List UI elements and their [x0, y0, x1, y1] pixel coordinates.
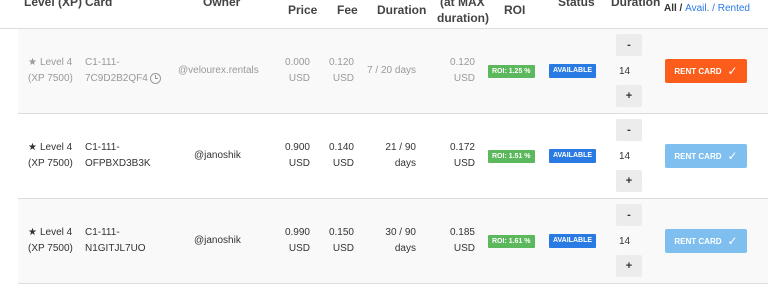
fee-unit: USD — [332, 158, 354, 169]
col-price-header: Price — [288, 3, 318, 17]
fee-unit: USD — [332, 243, 354, 254]
price-value: 0.000 — [284, 57, 310, 68]
col-owner-header: Owner — [203, 0, 241, 9]
card-id-line2: 7C9D2B2QF4 — [85, 73, 148, 84]
filter-all[interactable]: All — [664, 3, 677, 14]
duration-increment-button[interactable]: + — [616, 255, 642, 277]
duration-unit: days — [394, 158, 416, 169]
level-cell: ★ Level 4 — [28, 57, 73, 68]
check-icon: ✓ — [727, 149, 738, 163]
card-id-line2: OFPBXD3B3K — [85, 158, 151, 169]
duration-value: 21 / 90 — [385, 142, 416, 153]
rent-duration-input[interactable]: 14 — [619, 151, 630, 162]
total-value: 0.185 — [449, 227, 475, 238]
col-roi-header: ROI — [504, 3, 526, 17]
price-value: 0.990 — [284, 227, 310, 238]
total-value: 0.120 — [449, 57, 475, 68]
owner-name[interactable]: @janoshik — [194, 148, 241, 164]
filter-links: All / Avail. / Rented — [664, 3, 750, 14]
price-unit: USD — [288, 243, 310, 254]
col-rent-duration-header: Duration — [611, 0, 661, 9]
rent-card-button[interactable]: RENT CARD ✓ — [665, 229, 747, 253]
status-badge: AVAILABLE — [549, 64, 597, 78]
fee-value: 0.140 — [328, 142, 354, 153]
star-icon: ★ — [28, 142, 37, 153]
status-badge: AVAILABLE — [549, 149, 597, 163]
roi-badge: ROI: 1.51 % — [488, 150, 535, 163]
star-icon: ★ — [28, 227, 37, 238]
rent-duration-input[interactable]: 14 — [619, 66, 630, 77]
rent-card-label: RENT CARD — [674, 236, 722, 246]
filter-rented[interactable]: Rented — [718, 3, 750, 14]
filter-available[interactable]: Avail. — [685, 3, 709, 14]
roi-badge: ROI: 1.25 % — [488, 65, 535, 78]
xp-label: (XP 7500) — [28, 158, 73, 169]
check-icon: ✓ — [727, 64, 738, 78]
total-unit: USD — [453, 158, 475, 169]
level-cell: ★ Level 4 — [28, 142, 73, 153]
owner-name[interactable]: @janoshik — [194, 233, 241, 249]
price-unit: USD — [288, 158, 310, 169]
table-row: ★ Level 4 (XP 7500) C1-111- OFPBXD3B3K @j… — [18, 114, 768, 199]
price-unit: USD — [288, 73, 310, 84]
star-icon: ★ — [28, 57, 37, 68]
duration-increment-button[interactable]: + — [616, 170, 642, 192]
total-unit: USD — [453, 243, 475, 254]
col-card-header: Card — [85, 0, 113, 9]
status-badge: AVAILABLE — [549, 234, 597, 248]
card-id-line1: C1-111- — [85, 142, 120, 153]
fee-value: 0.150 — [328, 227, 354, 238]
duration-value: 7 / 20 days — [367, 65, 416, 76]
rent-card-label: RENT CARD — [674, 66, 722, 76]
owner-name[interactable]: @velourex.rentals — [178, 63, 259, 79]
filter-separator: / — [676, 3, 686, 14]
total-unit: USD — [453, 73, 475, 84]
filter-separator: / — [709, 3, 718, 14]
duration-decrement-button[interactable]: - — [616, 34, 642, 56]
rent-card-label: RENT CARD — [674, 151, 722, 161]
price-value: 0.900 — [284, 142, 310, 153]
col-total-header-line2: duration) — [437, 11, 489, 25]
xp-label: (XP 7500) — [28, 243, 73, 254]
col-fee-header: Fee — [337, 3, 358, 17]
level-cell: ★ Level 4 — [28, 227, 73, 238]
col-duration-header: Duration — [377, 3, 427, 17]
card-id-line1: C1-111- — [85, 57, 120, 68]
table-row: ★ Level 4 (XP 7500) C1-111- N1GITJL7UO @j… — [18, 199, 768, 284]
rental-table: Level (XP) Card Owner Price Fee Duration… — [0, 0, 768, 288]
xp-label: (XP 7500) — [28, 73, 73, 84]
fee-value: 0.120 — [328, 57, 354, 68]
table-header: Level (XP) Card Owner Price Fee Duration… — [0, 0, 768, 29]
table-row: ★ Level 4 (XP 7500) C1-111- 7C9D2B2QF4 @v… — [18, 29, 768, 114]
col-status-header: Status — [558, 0, 595, 9]
alarm-clock-icon — [150, 73, 161, 84]
col-level-header: Level (XP) — [24, 0, 83, 9]
roi-badge: ROI: 1.61 % — [488, 235, 535, 248]
duration-decrement-button[interactable]: - — [616, 119, 642, 141]
check-icon: ✓ — [727, 234, 738, 248]
duration-unit: days — [394, 243, 416, 254]
rent-card-button[interactable]: RENT CARD ✓ — [665, 59, 747, 83]
card-id-line1: C1-111- — [85, 227, 120, 238]
duration-value: 30 / 90 — [385, 227, 416, 238]
duration-decrement-button[interactable]: - — [616, 204, 642, 226]
fee-unit: USD — [332, 73, 354, 84]
rent-duration-input[interactable]: 14 — [619, 236, 630, 247]
rent-card-button[interactable]: RENT CARD ✓ — [665, 144, 747, 168]
duration-increment-button[interactable]: + — [616, 85, 642, 107]
card-id-line2: N1GITJL7UO — [85, 243, 146, 254]
total-value: 0.172 — [449, 142, 475, 153]
